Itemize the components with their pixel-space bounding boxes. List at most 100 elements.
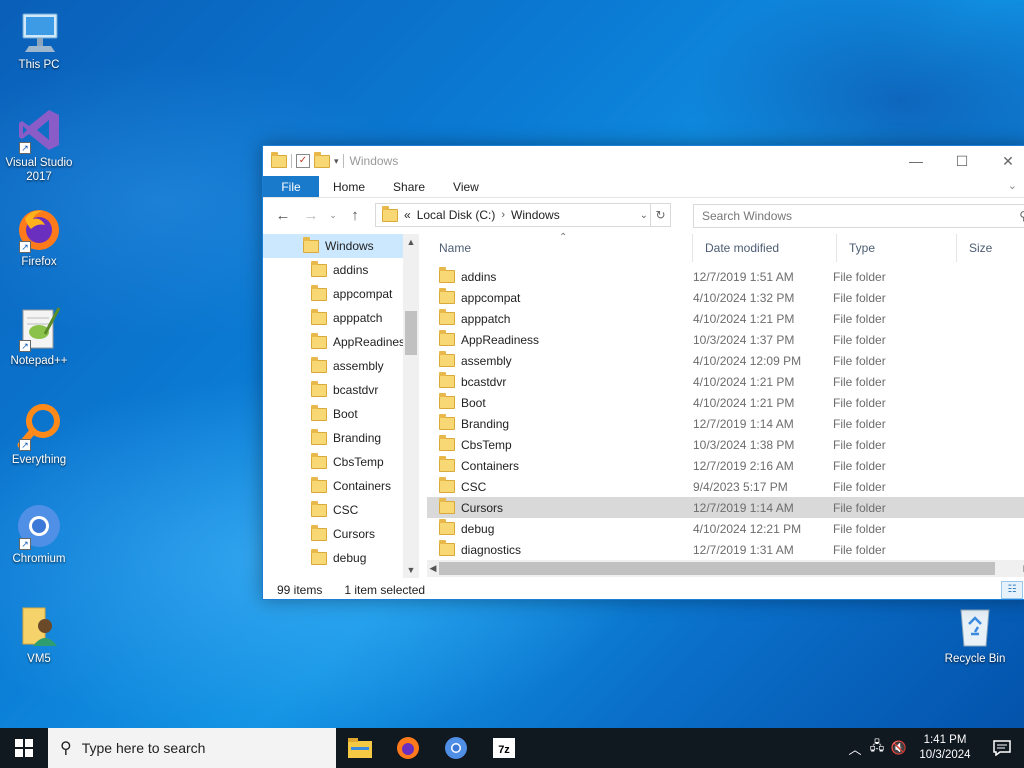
file-list[interactable]: ⌃ Name Date modified Type Size addins 12/… bbox=[427, 232, 1024, 578]
network-icon[interactable]: 🖧 bbox=[866, 737, 888, 759]
scrollbar-thumb[interactable] bbox=[405, 311, 417, 355]
file-type: File folder bbox=[833, 437, 886, 452]
file-row[interactable]: Containers 12/7/2019 2:16 AM File folder bbox=[427, 455, 1024, 476]
up-button[interactable]: ↑ bbox=[343, 203, 367, 227]
breadcrumb-windows[interactable]: Windows bbox=[511, 208, 560, 222]
file-row[interactable]: apppatch 4/10/2024 1:21 PM File folder bbox=[427, 308, 1024, 329]
file-row[interactable]: assembly 4/10/2024 12:09 PM File folder bbox=[427, 350, 1024, 371]
navigation-pane-scrollbar[interactable]: ▲ ▼ bbox=[403, 234, 419, 578]
desktop-icon-chromium[interactable]: ↗ Chromium bbox=[0, 502, 78, 566]
tree-item-label: CbsTemp bbox=[333, 455, 384, 469]
navigation-pane[interactable]: Windows addins appcompat apppatch AppRea… bbox=[263, 234, 419, 578]
desktop-icon-recycle-bin[interactable]: Recycle Bin bbox=[936, 602, 1014, 666]
start-button[interactable] bbox=[0, 728, 48, 768]
expand-ribbon-icon[interactable]: ⌄ bbox=[1008, 179, 1017, 192]
tree-item[interactable]: debug bbox=[263, 546, 419, 570]
desktop-icon-visual-studio[interactable]: ↗ Visual Studio 2017 bbox=[0, 106, 78, 184]
close-button[interactable]: ✕ bbox=[985, 146, 1024, 176]
back-button[interactable]: ← bbox=[271, 203, 295, 227]
tree-item[interactable]: CbsTemp bbox=[263, 450, 419, 474]
file-row[interactable]: CSC 9/4/2023 5:17 PM File folder bbox=[427, 476, 1024, 497]
file-row[interactable]: AppReadiness 10/3/2024 1:37 PM File folder bbox=[427, 329, 1024, 350]
search-icon: ⚲ bbox=[1019, 209, 1024, 223]
file-row[interactable]: addins 12/7/2019 1:51 AM File folder bbox=[427, 266, 1024, 287]
minimize-button[interactable]: — bbox=[893, 146, 939, 176]
tree-item[interactable]: Boot bbox=[263, 402, 419, 426]
folder-icon bbox=[311, 428, 327, 445]
folder-icon bbox=[439, 288, 455, 304]
new-folder-icon[interactable] bbox=[314, 151, 330, 168]
tree-item[interactable]: appcompat bbox=[263, 282, 419, 306]
tree-item[interactable]: addins bbox=[263, 258, 419, 282]
tree-item[interactable]: apppatch bbox=[263, 306, 419, 330]
taskbar-file-explorer[interactable] bbox=[336, 728, 384, 768]
folder-icon bbox=[303, 236, 319, 253]
maximize-button[interactable]: ☐ bbox=[939, 146, 985, 176]
chevron-down-icon[interactable]: ⌄ bbox=[640, 210, 648, 221]
taskbar-7zip[interactable]: 7z bbox=[480, 728, 528, 768]
taskbar-search-box[interactable]: ⚲ Type here to search bbox=[48, 728, 336, 768]
file-row[interactable]: Boot 4/10/2024 1:21 PM File folder bbox=[427, 392, 1024, 413]
column-headers: ⌃ Name Date modified Type Size bbox=[427, 232, 1024, 262]
forward-button[interactable]: → bbox=[299, 203, 323, 227]
breadcrumb-local-disk[interactable]: Local Disk (C:) bbox=[417, 208, 496, 222]
tree-item[interactable]: CSC bbox=[263, 498, 419, 522]
file-row[interactable]: CbsTemp 10/3/2024 1:38 PM File folder bbox=[427, 434, 1024, 455]
tree-item-label: CSC bbox=[333, 503, 359, 517]
desktop-icon-vm5[interactable]: VM5 bbox=[0, 602, 78, 666]
volume-muted-icon[interactable]: 🔇 bbox=[888, 740, 910, 756]
desktop-icon-notepadpp[interactable]: ↗ Notepad++ bbox=[0, 304, 78, 368]
file-name: assembly bbox=[461, 353, 512, 368]
tree-item[interactable]: AppReadines bbox=[263, 330, 419, 354]
tab-file[interactable]: File bbox=[263, 176, 319, 197]
desktop-icon-firefox[interactable]: ↗ Firefox bbox=[0, 205, 78, 269]
properties-icon[interactable]: ✓ bbox=[296, 154, 310, 168]
title-bar[interactable]: ✓ ▾ Windows — ☐ ✕ bbox=[263, 146, 1024, 176]
column-date-modified[interactable]: Date modified bbox=[693, 234, 837, 262]
address-bar[interactable]: « Local Disk (C:) › Windows ⌄ ↻ bbox=[375, 203, 671, 227]
taskbar-firefox[interactable] bbox=[384, 728, 432, 768]
desktop-icon-everything[interactable]: ↗ Everything bbox=[0, 403, 78, 467]
horizontal-scrollbar[interactable]: ◀ ▶ bbox=[427, 560, 1024, 577]
clock[interactable]: 1:41 PM 10/3/2024 bbox=[910, 733, 980, 763]
file-row[interactable]: appcompat 4/10/2024 1:32 PM File folder bbox=[427, 287, 1024, 308]
window-title: Windows bbox=[349, 154, 399, 168]
file-row[interactable]: bcastdvr 4/10/2024 1:21 PM File folder bbox=[427, 371, 1024, 392]
action-center-button[interactable] bbox=[980, 728, 1024, 768]
file-explorer-window[interactable]: ✓ ▾ Windows — ☐ ✕ File Home Share View ⌄… bbox=[262, 145, 1024, 600]
tree-item-windows[interactable]: Windows bbox=[263, 234, 419, 258]
address-overflow[interactable]: « bbox=[404, 208, 411, 222]
file-row[interactable]: diagnostics 12/7/2019 1:31 AM File folder bbox=[427, 539, 1024, 560]
file-type: File folder bbox=[833, 521, 886, 536]
details-view-button[interactable]: ☷ bbox=[1001, 581, 1023, 599]
tab-view[interactable]: View bbox=[439, 176, 493, 197]
taskbar-chromium[interactable] bbox=[432, 728, 480, 768]
tree-item[interactable]: bcastdvr bbox=[263, 378, 419, 402]
scroll-down-icon[interactable]: ▼ bbox=[403, 562, 419, 578]
chevron-right-icon[interactable]: › bbox=[501, 209, 505, 221]
tree-item[interactable]: Containers bbox=[263, 474, 419, 498]
file-row[interactable]: debug 4/10/2024 12:21 PM File folder bbox=[427, 518, 1024, 539]
tree-item[interactable]: assembly bbox=[263, 354, 419, 378]
scroll-left-icon[interactable]: ◀ bbox=[427, 560, 439, 577]
customize-qa-icon[interactable]: ▾ bbox=[334, 156, 339, 167]
file-row-selected[interactable]: Cursors 12/7/2019 1:14 AM File folder bbox=[427, 497, 1024, 518]
column-size[interactable]: Size bbox=[957, 234, 1024, 262]
show-hidden-icons-icon[interactable]: ︿ bbox=[844, 739, 866, 758]
file-name: apppatch bbox=[461, 311, 511, 326]
scroll-up-icon[interactable]: ▲ bbox=[403, 234, 419, 250]
tree-item[interactable]: Branding bbox=[263, 426, 419, 450]
recent-locations-icon[interactable]: ⌄ bbox=[327, 203, 339, 227]
tree-item[interactable]: Cursors bbox=[263, 522, 419, 546]
desktop-icon-this-pc[interactable]: This PC bbox=[0, 8, 78, 72]
tab-share[interactable]: Share bbox=[379, 176, 439, 197]
column-type[interactable]: Type bbox=[837, 234, 957, 262]
file-row[interactable]: Branding 12/7/2019 1:14 AM File folder bbox=[427, 413, 1024, 434]
tree-item-label: bcastdvr bbox=[333, 383, 379, 397]
refresh-icon[interactable]: ↻ bbox=[650, 204, 670, 226]
tab-home[interactable]: Home bbox=[319, 176, 379, 197]
search-input[interactable]: Search Windows ⚲ bbox=[693, 204, 1024, 228]
file-name: Cursors bbox=[461, 500, 504, 515]
scrollbar-thumb[interactable] bbox=[439, 562, 995, 575]
file-date: 9/4/2023 5:17 PM bbox=[693, 479, 788, 494]
